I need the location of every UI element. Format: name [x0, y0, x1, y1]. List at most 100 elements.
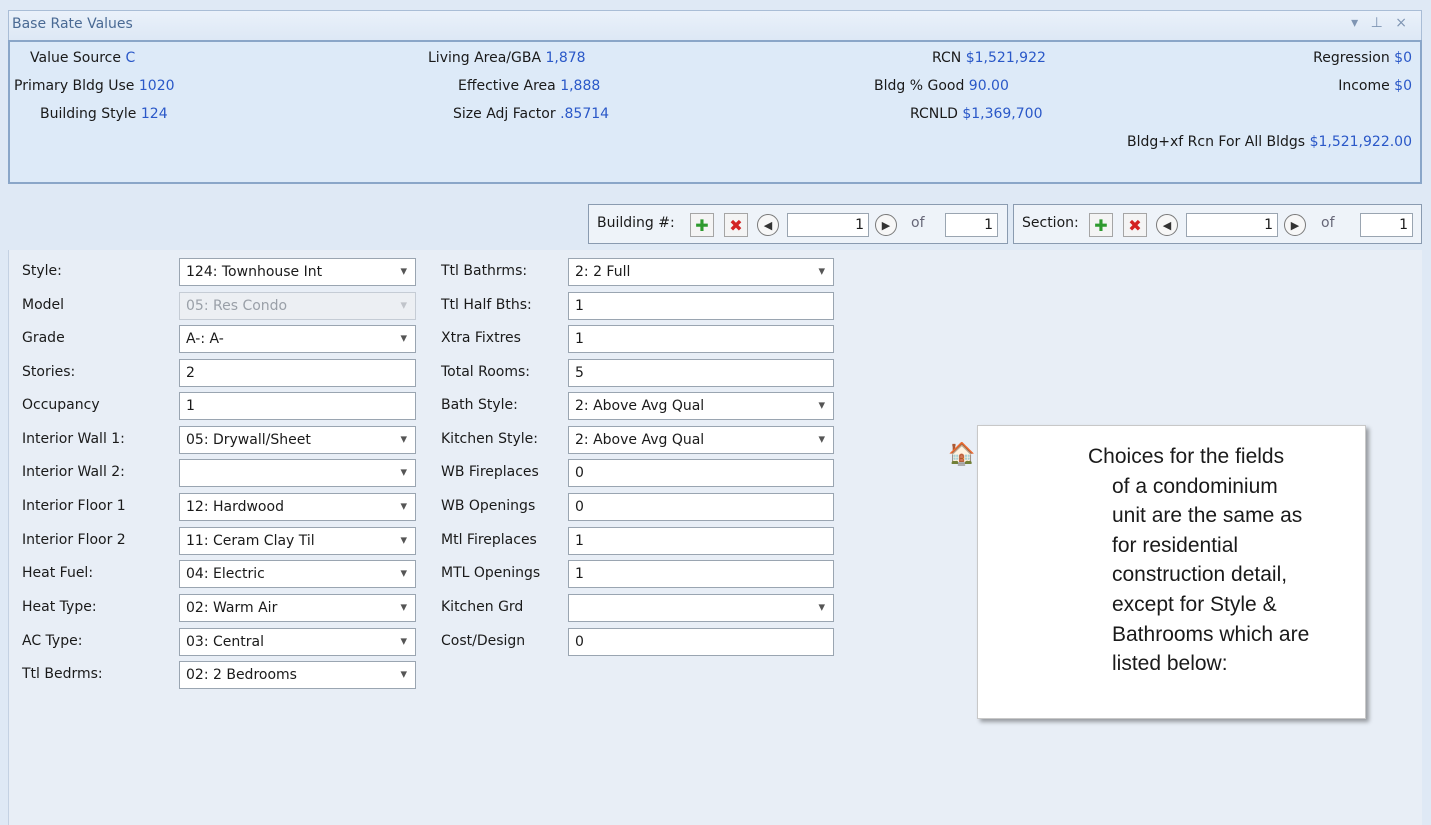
- pane-title: Base Rate Values: [12, 16, 133, 32]
- interior-floor-1-label: Interior Floor 1: [22, 498, 126, 514]
- rcnld-row: RCNLD $1,369,700: [910, 106, 1042, 122]
- kitchen-style-dropdown[interactable]: 2: Above Avg Qual: [568, 426, 834, 454]
- effective-area-label: Effective Area: [458, 78, 556, 94]
- add-building-button[interactable]: ✚: [690, 213, 714, 237]
- bldg-good-row: Bldg % Good 90.00: [874, 78, 1009, 94]
- regression-value: $0: [1394, 50, 1412, 66]
- xtra-fixtres-label: Xtra Fixtres: [441, 330, 521, 346]
- wb-openings-input[interactable]: 0: [568, 493, 834, 521]
- x-icon: ✖: [729, 215, 743, 235]
- pane-controls[interactable]: ▾ ⊥ ×: [1351, 15, 1411, 31]
- building-total: 1: [945, 213, 998, 237]
- chevron-right-icon: ▶: [1290, 218, 1300, 232]
- interior-floor-2-label: Interior Floor 2: [22, 532, 126, 548]
- interior-floor-2-dropdown[interactable]: 11: Ceram Clay Til: [179, 527, 416, 555]
- previous-section-button[interactable]: ◀: [1156, 214, 1178, 236]
- wb-fireplaces-input[interactable]: 0: [568, 459, 834, 487]
- close-icon[interactable]: ×: [1395, 15, 1411, 31]
- interior-floor-1-dropdown[interactable]: 12: Hardwood: [179, 493, 416, 521]
- grade-label: Grade: [22, 330, 65, 346]
- delete-building-button[interactable]: ✖: [724, 213, 748, 237]
- primary-bldg-use-value: 1020: [138, 78, 175, 94]
- ac-type-dropdown[interactable]: 03: Central: [179, 628, 416, 656]
- primary-bldg-use-row: Primary Bldg Use 1020: [14, 78, 175, 94]
- stories-input[interactable]: 2: [179, 359, 416, 387]
- chevron-right-icon: ▶: [881, 218, 891, 232]
- section-navigator: Section: ✚ ✖ ◀ 1 ▶ of 1: [1013, 204, 1422, 244]
- ttl-half-bths-input[interactable]: 1: [568, 292, 834, 320]
- section-number-input[interactable]: 1: [1186, 213, 1278, 237]
- house-note-icon: 🏠: [948, 442, 976, 467]
- wb-openings-label: WB Openings: [441, 498, 536, 514]
- callout-line: construction detail,: [1112, 563, 1288, 587]
- bath-style-dropdown[interactable]: 2: Above Avg Qual: [568, 392, 834, 420]
- effective-area-row: Effective Area 1,888: [458, 78, 600, 94]
- ttl-half-bths-label: Ttl Half Bths:: [441, 297, 532, 313]
- size-adj-factor-label: Size Adj Factor: [453, 106, 556, 122]
- rcn-row: RCN $1,521,922: [932, 50, 1046, 66]
- total-rooms-input[interactable]: 5: [568, 359, 834, 387]
- callout-text: Choices for the fields of a condominium …: [1088, 442, 1358, 679]
- base-rate-summary: Value Source C Primary Bldg Use 1020 Bui…: [8, 40, 1422, 184]
- dropdown-icon[interactable]: ▾: [1351, 15, 1362, 31]
- building-style-value: 124: [140, 106, 168, 122]
- rcnld-value: $1,369,700: [962, 106, 1043, 122]
- building-navigator: Building #: ✚ ✖ ◀ 1 ▶ of 1: [588, 204, 1008, 244]
- building-style-row: Building Style 124: [40, 106, 168, 122]
- heat-type-label: Heat Type:: [22, 599, 97, 615]
- value-source-label: Value Source: [30, 50, 121, 66]
- next-building-button[interactable]: ▶: [875, 214, 897, 236]
- info-callout: 🏠 Choices for the fields of a condominiu…: [948, 425, 1366, 719]
- bldg-xf-rcn-value: $1,521,922.00: [1309, 134, 1412, 150]
- heat-type-dropdown[interactable]: 02: Warm Air: [179, 594, 416, 622]
- chevron-left-icon: ◀: [763, 218, 773, 232]
- ttl-bathrms-dropdown[interactable]: 2: 2 Full: [568, 258, 834, 286]
- model-dropdown[interactable]: 05: Res Condo: [179, 292, 416, 320]
- previous-building-button[interactable]: ◀: [757, 214, 779, 236]
- section-of-label: of: [1321, 215, 1335, 231]
- income-row: Income $0: [1338, 78, 1412, 94]
- interior-wall-2-dropdown[interactable]: [179, 459, 416, 487]
- callout-line: Bathrooms which are: [1112, 622, 1310, 646]
- living-area-value: 1,878: [545, 50, 586, 66]
- primary-bldg-use-label: Primary Bldg Use: [14, 78, 135, 94]
- mtl-fireplaces-input[interactable]: 1: [568, 527, 834, 555]
- regression-label: Regression: [1313, 50, 1390, 66]
- callout-line: except for Style &: [1112, 592, 1277, 616]
- kitchen-grd-dropdown[interactable]: [568, 594, 834, 622]
- building-number-input[interactable]: 1: [787, 213, 869, 237]
- regression-row: Regression $0: [1313, 50, 1412, 66]
- ttl-bathrms-label: Ttl Bathrms:: [441, 263, 528, 279]
- add-section-button[interactable]: ✚: [1089, 213, 1113, 237]
- plus-icon: ✚: [1094, 215, 1108, 235]
- next-section-button[interactable]: ▶: [1284, 214, 1306, 236]
- grade-dropdown[interactable]: A-: A-: [179, 325, 416, 353]
- bath-style-label: Bath Style:: [441, 397, 518, 413]
- mtl-openings-input[interactable]: 1: [568, 560, 834, 588]
- interior-wall-1-label: Interior Wall 1:: [22, 431, 125, 447]
- stories-label: Stories:: [22, 364, 76, 380]
- ttl-bedrms-label: Ttl Bedrms:: [22, 666, 103, 682]
- size-adj-factor-row: Size Adj Factor .85714: [453, 106, 609, 122]
- wb-fireplaces-label: WB Fireplaces: [441, 464, 539, 480]
- bldg-good-label: Bldg % Good: [874, 78, 965, 94]
- xtra-fixtres-input[interactable]: 1: [568, 325, 834, 353]
- pin-icon[interactable]: ⊥: [1371, 15, 1387, 31]
- interior-wall-1-dropdown[interactable]: 05: Drywall/Sheet: [179, 426, 416, 454]
- ttl-bedrms-dropdown[interactable]: 02: 2 Bedrooms: [179, 661, 416, 689]
- bldg-good-value: 90.00: [968, 78, 1009, 94]
- callout-line: Choices for the fields: [1088, 445, 1285, 468]
- total-rooms-label: Total Rooms:: [441, 364, 531, 380]
- income-label: Income: [1338, 78, 1390, 94]
- building-style-label: Building Style: [40, 106, 137, 122]
- heat-fuel-dropdown[interactable]: 04: Electric: [179, 560, 416, 588]
- mtl-openings-label: MTL Openings: [441, 565, 541, 581]
- chevron-left-icon: ◀: [1162, 218, 1172, 232]
- occupancy-input[interactable]: 1: [179, 392, 416, 420]
- value-source-row: Value Source C: [30, 50, 135, 66]
- cost-design-input[interactable]: 0: [568, 628, 834, 656]
- bldg-xf-rcn-row: Bldg+xf Rcn For All Bldgs $1,521,922.00: [1127, 134, 1412, 150]
- style-dropdown[interactable]: 124: Townhouse Int: [179, 258, 416, 286]
- effective-area-value: 1,888: [560, 78, 601, 94]
- delete-section-button[interactable]: ✖: [1123, 213, 1147, 237]
